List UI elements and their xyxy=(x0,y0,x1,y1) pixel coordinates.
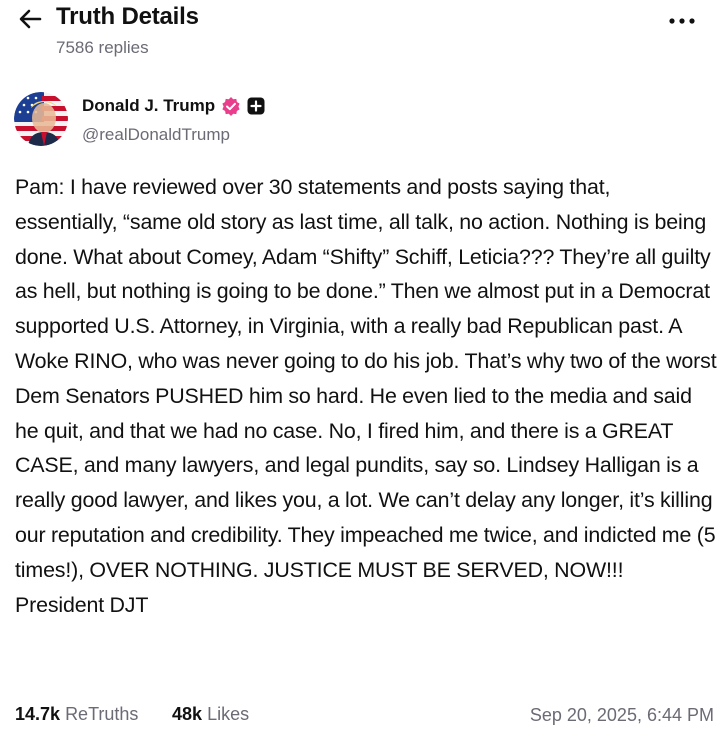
likes-label: Likes xyxy=(207,704,250,724)
likes-count: 48k xyxy=(172,704,203,724)
post-timestamp: Sep 20, 2025, 6:44 PM xyxy=(529,705,714,725)
likes-stat[interactable]: 48k Likes xyxy=(172,704,249,725)
retruths-count: 14.7k xyxy=(15,704,61,724)
more-horizontal-icon xyxy=(669,18,695,24)
avatar[interactable] xyxy=(14,92,68,146)
more-options-button[interactable] xyxy=(662,6,702,36)
post-body: Pam: I have reviewed over 30 statements … xyxy=(15,175,722,617)
author-name-row: Donald J. Trump xyxy=(82,96,265,116)
reply-count[interactable]: 7586 replies xyxy=(56,38,149,58)
back-button[interactable] xyxy=(14,6,46,32)
avatar-image xyxy=(14,92,68,146)
verified-badge-icon xyxy=(222,97,240,116)
page-title: Truth Details xyxy=(56,3,199,30)
plus-badge-icon xyxy=(247,97,265,115)
post-author: Donald J. Trump @realDonaldTrump xyxy=(14,92,714,148)
top-bar: Truth Details 7586 replies xyxy=(0,0,728,70)
retruths-label: ReTruths xyxy=(65,704,139,724)
arrow-left-icon xyxy=(19,9,42,29)
author-handle[interactable]: @realDonaldTrump xyxy=(82,125,230,145)
author-display-name[interactable]: Donald J. Trump xyxy=(82,96,215,116)
post-footer: 14.7k ReTruths 48k Likes Sep 20, 2025, 6… xyxy=(15,704,715,732)
retruths-stat[interactable]: 14.7k ReTruths xyxy=(15,704,138,725)
